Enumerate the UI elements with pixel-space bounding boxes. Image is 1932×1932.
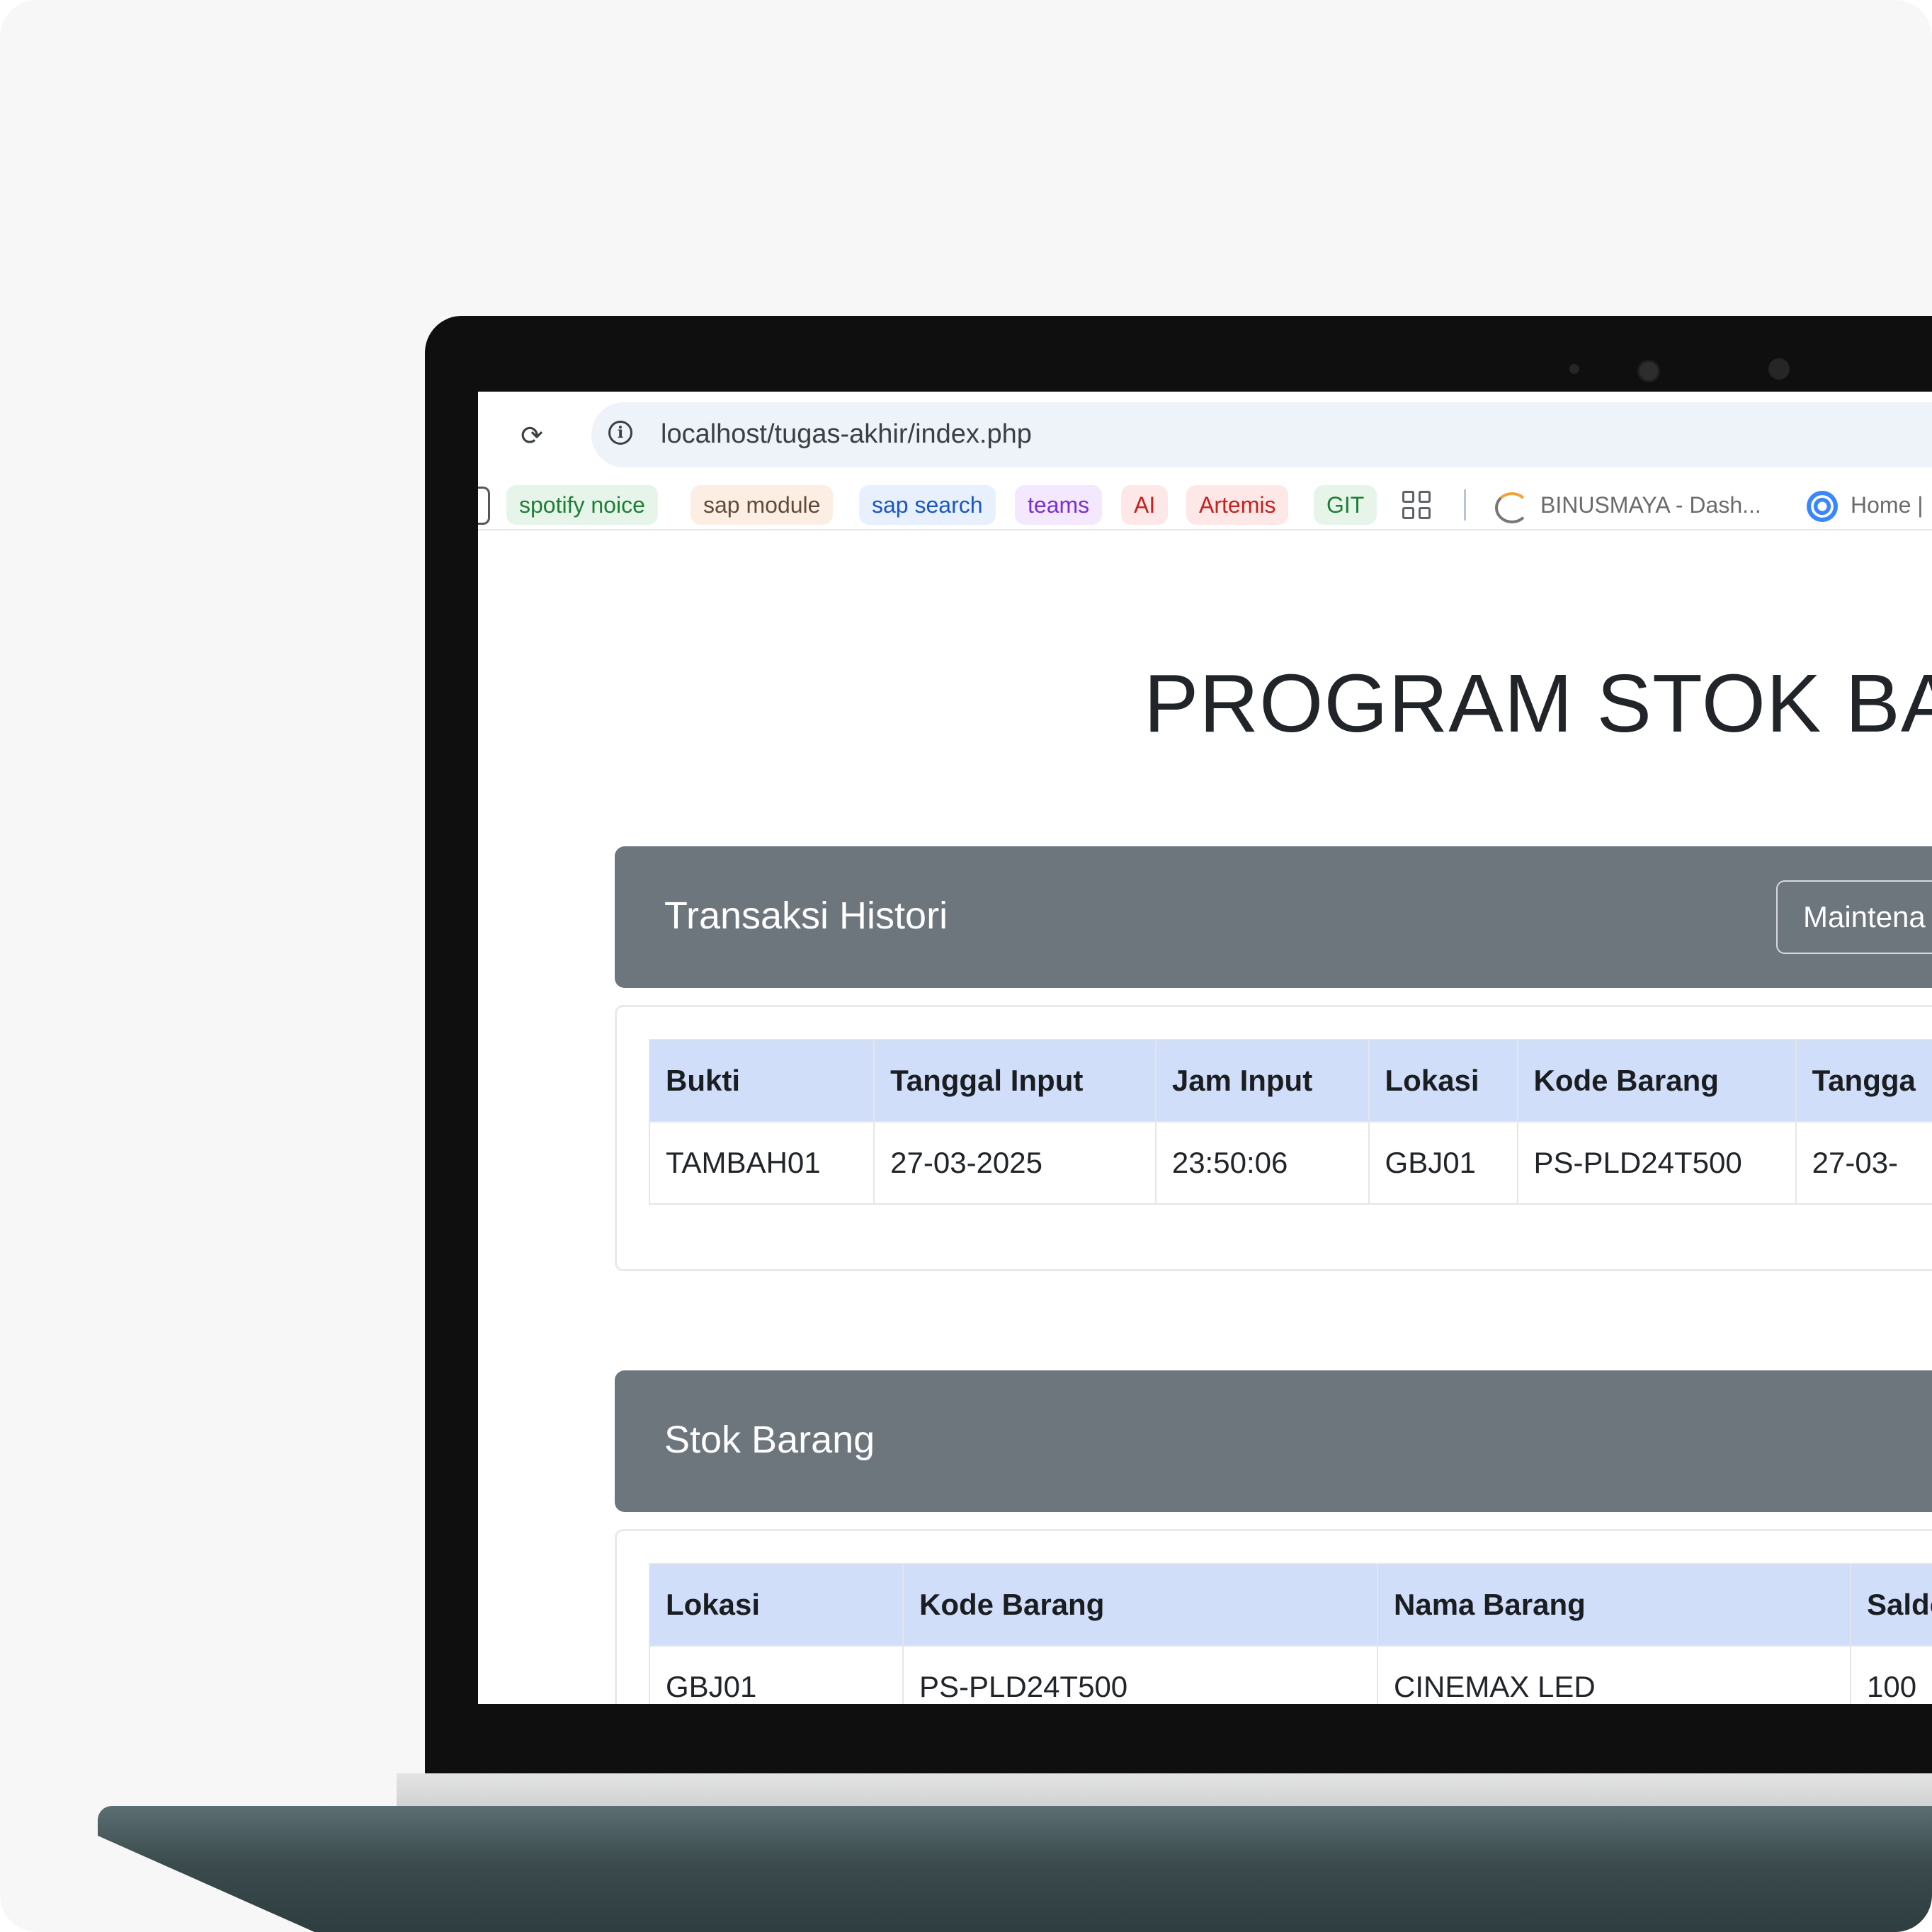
table-cell: 27-03-2025 (873, 1121, 1157, 1205)
browser-toolbar: ⟳ i localhost/tugas-akhir/index.php (478, 392, 1932, 467)
bookmark-artemis[interactable]: Artemis (1186, 485, 1289, 525)
bookmark-home[interactable]: Home | (1851, 485, 1924, 525)
url-text: localhost/tugas-akhir/index.php (661, 419, 1032, 449)
page-title: PROGRAM STOK BAR (1144, 657, 1932, 749)
transaksi-table: Bukti Tanggal Input Jam Input Lokasi Kod… (648, 1039, 1932, 1205)
transaksi-histori-header: Transaksi Histori Maintena (615, 846, 1932, 988)
table-cell: GBJ01 (1368, 1121, 1518, 1205)
column-header: Lokasi (649, 1563, 904, 1647)
table-cell: 23:50:06 (1154, 1121, 1370, 1205)
table-header-row: Lokasi Kode Barang Nama Barang Saldo (649, 1563, 1932, 1647)
column-header: Bukti (648, 1039, 875, 1123)
table-cell: GBJ01 (649, 1645, 904, 1704)
sensor-dot (1569, 364, 1579, 374)
table-row: TAMBAH01 27-03-2025 23:50:06 GBJ01 PS-PL… (648, 1121, 1932, 1205)
stok-barang-header: Stok Barang (615, 1370, 1932, 1512)
table-header-row: Bukti Tanggal Input Jam Input Lokasi Kod… (648, 1039, 1932, 1123)
home-favicon-icon (1807, 491, 1838, 522)
webcam (1637, 360, 1660, 382)
table-cell: TAMBAH01 (648, 1121, 875, 1205)
transaksi-histori-title: Transaksi Histori (664, 894, 948, 937)
apps-grid-icon[interactable] (1402, 491, 1431, 519)
bookmark-separator (1464, 489, 1466, 521)
table-cell: 27-03- (1795, 1121, 1932, 1205)
bookmark-sap-module[interactable]: sap module (691, 485, 834, 525)
stok-barang-body: Lokasi Kode Barang Nama Barang Saldo GBJ… (615, 1529, 1932, 1704)
bookmark-git[interactable]: GIT (1314, 485, 1377, 525)
maintenance-button[interactable]: Maintena (1776, 880, 1932, 954)
binusmaya-favicon-icon (1495, 492, 1529, 523)
transaksi-histori-body: Bukti Tanggal Input Jam Input Lokasi Kod… (615, 1005, 1932, 1271)
stok-barang-title: Stok Barang (664, 1419, 875, 1461)
column-header: Tangga (1795, 1039, 1932, 1123)
bookmark-spotify-noice[interactable]: spotify noice (506, 485, 658, 525)
bookmark-binusmaya[interactable]: BINUSMAYA - Dash... (1540, 485, 1761, 525)
table-row: GBJ01 PS-PLD24T500 CINEMAX LED 100 (649, 1645, 1932, 1704)
column-header: Jam Input (1154, 1039, 1370, 1123)
table-cell: CINEMAX LED (1377, 1645, 1851, 1704)
sensor-dot (1768, 358, 1790, 380)
column-header: Kode Barang (1516, 1039, 1797, 1123)
background-frame: ⟳ i localhost/tugas-akhir/index.php spot… (0, 0, 1932, 1932)
table-cell: PS-PLD24T500 (902, 1645, 1378, 1704)
stok-table: Lokasi Kode Barang Nama Barang Saldo GBJ… (649, 1563, 1932, 1704)
column-header: Tanggal Input (873, 1039, 1157, 1123)
bookmarks-bar: spotify noice sap module sap search team… (478, 470, 1932, 530)
bookmark-teams[interactable]: teams (1015, 485, 1103, 525)
column-header: Kode Barang (902, 1563, 1378, 1647)
table-cell: 100 (1850, 1645, 1932, 1704)
laptop-hinge (397, 1773, 1932, 1809)
table-cell: PS-PLD24T500 (1516, 1121, 1797, 1205)
reload-icon[interactable]: ⟳ (518, 421, 546, 450)
bookmark-sap-search[interactable]: sap search (859, 485, 996, 525)
laptop-base (98, 1806, 1932, 1932)
bookmark-folder-icon[interactable] (478, 487, 490, 525)
address-bar[interactable]: i localhost/tugas-akhir/index.php (591, 402, 1932, 467)
info-icon[interactable]: i (608, 421, 632, 445)
laptop-screen: ⟳ i localhost/tugas-akhir/index.php spot… (478, 392, 1932, 1704)
column-header: Saldo (1850, 1563, 1932, 1647)
column-header: Nama Barang (1377, 1563, 1851, 1647)
column-header: Lokasi (1368, 1039, 1518, 1123)
bookmark-ai[interactable]: AI (1121, 485, 1169, 525)
